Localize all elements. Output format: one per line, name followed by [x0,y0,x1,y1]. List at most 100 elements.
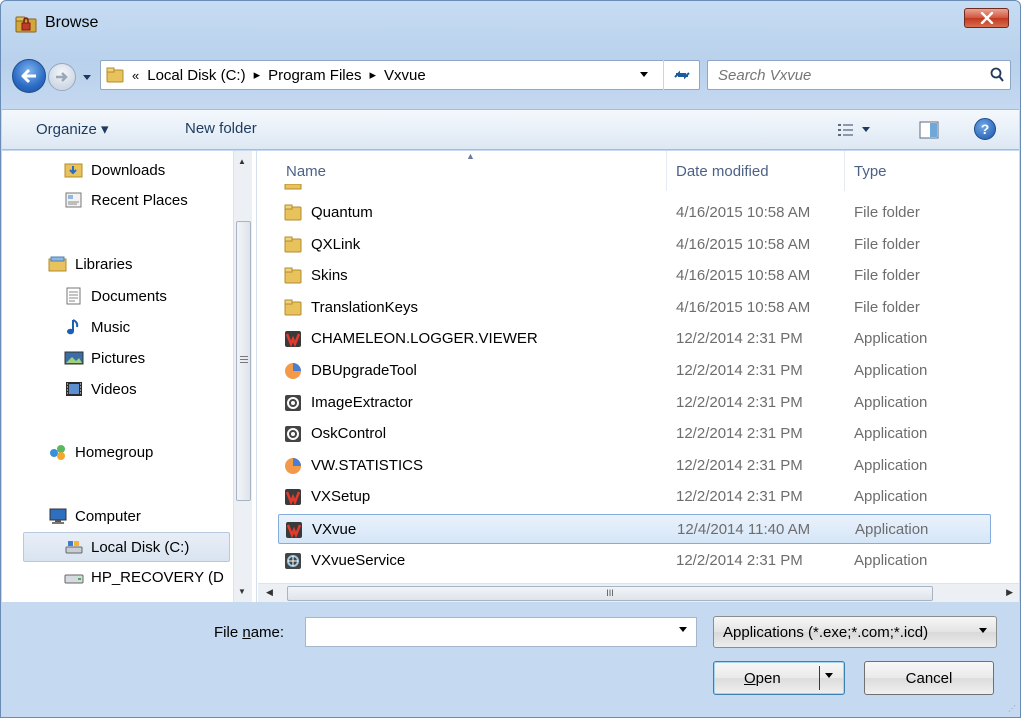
open-button[interactable]: Open [713,661,845,695]
file-type: Application [854,425,928,443]
nav-item-pictures[interactable]: Pictures [64,345,145,371]
refresh-button[interactable] [663,60,700,90]
forward-button[interactable] [48,63,76,91]
window-title: Browse [45,14,99,31]
column-header-date[interactable]: Date modified [676,151,846,191]
file-row-vxvueservice[interactable]: VXvueService 12/2/2014 2:31 PM Application [278,546,991,576]
search-field[interactable] [707,60,1011,90]
file-row-dbupgradetool[interactable]: DBUpgradeTool 12/2/2014 2:31 PM Applicatio… [278,356,991,386]
back-arrow-icon [21,68,36,84]
column-divider[interactable] [844,151,845,191]
breadcrumb-local-disk[interactable]: Local Disk (C:) [147,67,245,84]
resize-grip-icon[interactable]: ⋰ [1008,704,1016,713]
scroll-down-icon[interactable]: ▼ [238,587,246,596]
forward-arrow-icon [56,72,68,82]
file-type: Application [854,488,928,506]
file-row-skins[interactable]: Skins 4/16/2015 10:58 AM File folder [278,261,991,291]
file-name: DBUpgradeTool [311,362,417,379]
nav-item-local-disk[interactable]: Local Disk (C:) [23,532,230,562]
file-row-imageextractor[interactable]: ImageExtractor 12/2/2014 2:31 PM Applicati… [278,388,991,418]
file-row-vw-statistics[interactable]: VW.STATISTICS 12/2/2014 2:31 PM Applicatio… [278,451,991,481]
search-input[interactable] [716,65,976,85]
filename-input[interactable] [310,619,660,645]
file-horizontal-scrollbar[interactable]: ◀ III ▶ [258,583,1019,602]
nav-item-homegroup[interactable]: Homegroup [48,439,153,465]
nav-item-documents[interactable]: Documents [64,283,167,309]
breadcrumb-separator[interactable]: ▸ [369,67,376,83]
scroll-up-icon[interactable]: ▲ [238,157,246,166]
navigation-pane: Downloads Recent Places Libraries Docume… [2,151,257,602]
chevron-down-icon [862,127,870,132]
refresh-icon [674,70,690,80]
breadcrumb-separator[interactable]: ▸ [254,67,261,83]
filename-field[interactable] [305,617,697,647]
change-view-button[interactable] [837,120,877,140]
file-name: VW.STATISTICS [311,456,423,474]
drive-icon [64,574,84,584]
documents-icon [66,287,81,305]
file-type: Application [854,362,928,379]
organize-menu[interactable]: Organize ▾ [36,120,109,138]
address-row: « Local Disk (C:) ▸ Program Files ▸ Vxvu… [1,49,1020,99]
nav-item-label: Local Disk (C:) [91,538,190,556]
file-row-vxsetup[interactable]: VXSetup 12/2/2014 2:31 PM Application [278,482,991,512]
nav-item-music[interactable]: Music [64,314,130,340]
nav-item-hp-recovery[interactable]: HP_RECOVERY (D [64,564,224,590]
new-folder-button[interactable]: New folder [185,120,257,137]
scroll-left-icon[interactable]: ◀ [266,587,273,598]
service-app-icon [285,552,301,569]
nav-item-downloads[interactable]: Downloads [64,157,165,183]
file-date-modified: 12/2/2014 2:31 PM [676,551,803,569]
help-icon[interactable]: ? [974,118,996,140]
folder-icon [284,267,302,284]
chevron-down-icon[interactable] [678,626,688,634]
column-divider[interactable] [666,151,667,191]
file-row-quantum[interactable]: Quantum 4/16/2015 10:58 AM File folder [278,198,991,228]
close-button[interactable] [964,8,1009,28]
file-row-translationkeys[interactable]: TranslationKeys 4/16/2015 10:58 AM File fo… [278,293,991,323]
address-dropdown[interactable] [633,61,655,89]
file-hscroll-thumb[interactable]: III [287,586,933,601]
file-name: VXvue [312,521,357,538]
content-area: Downloads Recent Places Libraries Docume… [2,151,1019,602]
file-date-modified: 12/4/2014 11:40 AM [677,521,811,538]
recent-locations-button[interactable] [80,71,94,85]
nav-scroll-thumb[interactable] [236,221,251,501]
file-type: File folder [854,204,920,221]
file-row-chameleon-logger-viewer[interactable]: CHAMELEON.LOGGER.VIEWER 12/2/2014 2:31 PM… [278,324,991,354]
breadcrumb-program-files[interactable]: Program Files [268,67,361,84]
nav-item-recent-places[interactable]: Recent Places [64,187,188,213]
libraries-icon [48,256,67,272]
nav-item-label: Music [91,318,131,336]
nav-vertical-scrollbar[interactable]: ▲ ▼ [233,151,252,602]
file-date-modified: 4/16/2015 10:58 AM [676,267,811,285]
chevron-down-icon[interactable] [824,672,834,680]
breadcrumb-vxvue[interactable]: Vxvue [384,67,426,84]
file-row-vxvue[interactable]: VXvue 12/4/2014 11:40 AM Application [278,514,991,544]
command-bar: Organize ▾ New folder ? [2,109,1019,150]
file-row-qxlink[interactable]: QXLink 4/16/2015 10:58 AM File folder [278,230,991,260]
downloads-folder-icon [64,163,83,178]
open-button-label: Open [744,670,781,687]
breadcrumb-root[interactable]: « [132,68,139,83]
back-button[interactable] [12,59,46,93]
scroll-right-icon[interactable]: ▶ [1006,587,1013,598]
gear-app-icon [285,426,301,443]
file-row-oskcontrol[interactable]: OskControl 12/2/2014 2:31 PM Application [278,419,991,449]
preview-pane-icon[interactable] [919,120,939,140]
file-name: Quantum [311,204,373,221]
file-list: Name ▲ Date modified Type Quantum 4/16/20… [258,151,1019,602]
nav-item-computer[interactable]: Computer [48,503,141,529]
nav-item-libraries[interactable]: Libraries [48,251,133,277]
search-icon[interactable] [989,67,1005,83]
file-name: OskControl [311,425,387,443]
column-header-type[interactable]: Type [854,151,994,191]
cancel-button[interactable]: Cancel [864,661,994,695]
nav-item-videos[interactable]: Videos [64,376,137,402]
orange-app-icon [285,457,301,474]
file-type: File folder [854,267,920,285]
address-bar[interactable]: « Local Disk (C:) ▸ Program Files ▸ Vxvu… [100,60,700,90]
file-date-modified: 4/16/2015 10:58 AM [676,298,811,316]
file-type-filter[interactable]: Applications (*.exe;*.com;*.icd) [713,616,997,648]
column-header-name[interactable]: Name [286,151,666,191]
